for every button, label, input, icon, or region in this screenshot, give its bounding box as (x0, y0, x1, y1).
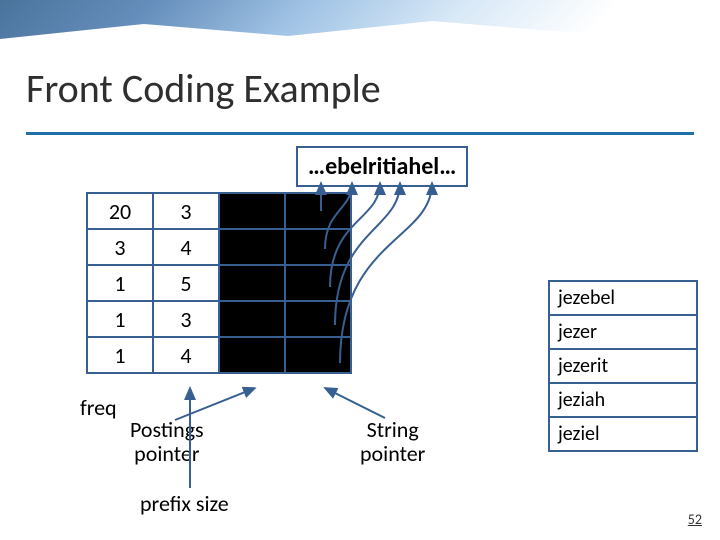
prefix-cell: 5 (153, 265, 219, 301)
prefix-size-label: prefix size (140, 490, 229, 517)
postings-cell (219, 337, 285, 373)
string-ptr-cell (285, 193, 351, 229)
postings-cell (219, 193, 285, 229)
label-line: pointer (134, 440, 199, 467)
string-ptr-cell (285, 265, 351, 301)
prefix-cell: 4 (153, 229, 219, 265)
freq-cell: 20 (87, 193, 153, 229)
decorative-wave (0, 0, 720, 60)
word-list: jezebel jezer jezerit jeziah jeziel (548, 280, 698, 452)
table-row: 1 4 (87, 337, 351, 373)
postings-cell (219, 301, 285, 337)
word-cell: jeziah (549, 383, 697, 417)
freq-cell: 1 (87, 337, 153, 373)
prefix-cell: 4 (153, 337, 219, 373)
freq-cell: 3 (87, 229, 153, 265)
table-row: 3 4 (87, 229, 351, 265)
string-ptr-cell (285, 301, 351, 337)
encoding-table: 20 3 3 4 1 5 1 3 1 4 (86, 192, 352, 374)
slide-title: Front Coding Example (26, 64, 381, 113)
label-line: pointer (360, 440, 425, 467)
string-pointer-label: String pointer (360, 418, 425, 466)
slide: { "title": "Front Coding Example", "enco… (0, 0, 720, 540)
word-cell: jezebel (549, 281, 697, 315)
postings-pointer-label: Postings pointer (130, 418, 204, 466)
table-row: 1 5 (87, 265, 351, 301)
string-ptr-cell (285, 337, 351, 373)
page-number: 52 (688, 511, 702, 528)
postings-cell (219, 265, 285, 301)
prefix-cell: 3 (153, 193, 219, 229)
table-row: 20 3 (87, 193, 351, 229)
freq-label: freq (80, 394, 117, 421)
label-line: String (367, 416, 419, 443)
prefix-cell: 3 (153, 301, 219, 337)
string-ptr-cell (285, 229, 351, 265)
postings-cell (219, 229, 285, 265)
table-row: 1 3 (87, 301, 351, 337)
freq-cell: 1 (87, 265, 153, 301)
freq-cell: 1 (87, 301, 153, 337)
word-cell: jezerit (549, 349, 697, 383)
label-line: Postings (130, 416, 204, 443)
word-cell: jezer (549, 315, 697, 349)
word-cell: jeziel (549, 417, 697, 451)
title-underline (26, 132, 694, 135)
encoded-string-box: …ebelritiahel… (296, 146, 468, 187)
